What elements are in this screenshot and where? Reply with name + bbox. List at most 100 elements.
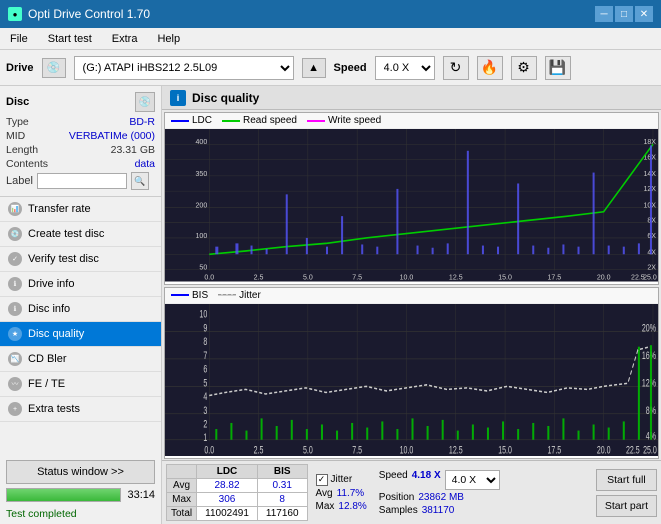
menu-help[interactable]: Help xyxy=(151,31,186,47)
extra-tests-label: Extra tests xyxy=(28,403,80,415)
position-value: 23862 MB xyxy=(418,492,464,503)
length-label: Length xyxy=(6,144,38,156)
disc-panel-icon: 💿 xyxy=(135,92,155,112)
burn-button[interactable]: 🔥 xyxy=(477,56,503,80)
type-label: Type xyxy=(6,116,29,128)
svg-text:6: 6 xyxy=(203,363,207,375)
svg-text:200: 200 xyxy=(196,200,208,209)
disc-quality-header: i Disc quality xyxy=(162,86,661,110)
samples-value: 381170 xyxy=(422,505,455,516)
menu-bar: File Start test Extra Help xyxy=(0,28,661,50)
stats-row: LDC BIS Avg 28.82 0.31 Max 306 8 Total 1… xyxy=(162,460,661,524)
svg-text:50: 50 xyxy=(199,262,207,271)
menu-start-test[interactable]: Start test xyxy=(42,31,98,47)
svg-text:18X: 18X xyxy=(643,137,656,146)
extra-tests-icon: + xyxy=(8,402,22,416)
disc-info-icon: ℹ xyxy=(8,302,22,316)
contents-value: data xyxy=(135,158,155,170)
create-test-disc-icon: 💿 xyxy=(8,227,22,241)
sidebar-item-verify-test-disc[interactable]: ✓ Verify test disc xyxy=(0,247,161,272)
menu-file[interactable]: File xyxy=(4,31,34,47)
close-button[interactable]: ✕ xyxy=(635,6,653,22)
maximize-button[interactable]: □ xyxy=(615,6,633,22)
sidebar-item-fe-te[interactable]: 〰 FE / TE xyxy=(0,372,161,397)
svg-text:1: 1 xyxy=(203,431,207,443)
status-window-button[interactable]: Status window >> xyxy=(6,460,155,484)
ldc-legend: LDC xyxy=(171,115,212,126)
main-area: Disc 💿 Type BD-R MID VERBATIMe (000) Len… xyxy=(0,86,661,524)
jitter-avg-row: Avg 11.7% xyxy=(316,488,367,499)
sidebar-item-create-test-disc[interactable]: 💿 Create test disc xyxy=(0,222,161,247)
start-part-button[interactable]: Start part xyxy=(596,495,657,517)
speed-label: Speed xyxy=(334,62,367,74)
svg-text:25.0 GB: 25.0 GB xyxy=(643,272,658,281)
svg-text:20.0: 20.0 xyxy=(597,272,611,281)
disc-quality-header-icon: i xyxy=(170,90,186,106)
sidebar-item-cd-bler[interactable]: 📉 CD Bler xyxy=(0,347,161,372)
drive-select[interactable]: (G:) ATAPI iHBS212 2.5L09 xyxy=(74,56,294,80)
sidebar-item-disc-quality[interactable]: ★ Disc quality xyxy=(0,322,161,347)
drive-info-icon: ℹ xyxy=(8,277,22,291)
svg-text:5: 5 xyxy=(203,376,207,388)
svg-text:17.5: 17.5 xyxy=(548,272,562,281)
app-title: Opti Drive Control 1.70 xyxy=(28,7,150,21)
svg-text:9: 9 xyxy=(203,322,207,334)
read-speed-icon xyxy=(222,120,240,122)
label-label: Label xyxy=(6,175,33,187)
sidebar-item-transfer-rate[interactable]: 📊 Transfer rate xyxy=(0,197,161,222)
max-ldc: 306 xyxy=(197,493,258,507)
svg-text:10.0: 10.0 xyxy=(400,272,414,281)
menu-extra[interactable]: Extra xyxy=(106,31,144,47)
fe-te-label: FE / TE xyxy=(28,378,65,390)
top-chart-legend: LDC Read speed Write speed xyxy=(165,113,658,129)
jitter-max-row: Max 12.8% xyxy=(316,501,367,512)
write-speed-label: Write speed xyxy=(328,115,381,126)
start-full-button[interactable]: Start full xyxy=(596,469,657,491)
svg-text:17.5: 17.5 xyxy=(548,444,562,456)
fe-te-icon: 〰 xyxy=(8,377,22,391)
progress-bar-fill xyxy=(7,489,120,501)
sidebar-item-drive-info[interactable]: ℹ Drive info xyxy=(0,272,161,297)
svg-text:12%: 12% xyxy=(642,376,656,388)
save-button[interactable]: 💾 xyxy=(545,56,571,80)
cd-bler-icon: 📉 xyxy=(8,352,22,366)
disc-info-label: Disc info xyxy=(28,303,70,315)
type-value: BD-R xyxy=(129,116,155,128)
svg-text:7: 7 xyxy=(203,349,207,361)
jitter-legend: Jitter xyxy=(218,290,261,301)
minimize-button[interactable]: ─ xyxy=(595,6,613,22)
mid-value: VERBATIMe (000) xyxy=(69,130,155,142)
eject-icon[interactable]: ▲ xyxy=(302,58,326,78)
bis-legend: BIS xyxy=(171,290,208,301)
app-icon: ● xyxy=(8,7,22,21)
speed-row: Speed 4.18 X 4.0 X xyxy=(379,470,500,490)
jitter-line-icon xyxy=(218,294,236,296)
sidebar-item-disc-info[interactable]: ℹ Disc info xyxy=(0,297,161,322)
speed-label-text: Speed xyxy=(379,470,408,490)
jitter-checkbox[interactable]: ✓ xyxy=(316,474,328,486)
drive-info-label: Drive info xyxy=(28,278,74,290)
settings-button[interactable]: ⚙ xyxy=(511,56,537,80)
label-input[interactable] xyxy=(37,173,127,189)
cd-bler-label: CD Bler xyxy=(28,353,67,365)
jitter-section: ✓ Jitter Avg 11.7% Max 12.8% xyxy=(316,474,367,512)
svg-text:2.5: 2.5 xyxy=(254,444,264,456)
speed-section: Speed 4.18 X 4.0 X Position 23862 MB Sam… xyxy=(379,470,500,516)
disc-quality-title: Disc quality xyxy=(192,91,259,105)
svg-text:8: 8 xyxy=(203,335,207,347)
title-bar: ● Opti Drive Control 1.70 ─ □ ✕ xyxy=(0,0,661,28)
speed-select-inline[interactable]: 4.0 X xyxy=(445,470,500,490)
jitter-avg-label: Avg xyxy=(316,488,333,499)
transfer-rate-icon: 📊 xyxy=(8,202,22,216)
max-bis: 8 xyxy=(257,493,307,507)
svg-text:15.0: 15.0 xyxy=(498,272,512,281)
refresh-button[interactable]: ↻ xyxy=(443,56,469,80)
total-label: Total xyxy=(167,507,197,521)
content-area: i Disc quality LDC Read speed Write sp xyxy=(162,86,661,524)
sidebar-item-extra-tests[interactable]: + Extra tests xyxy=(0,397,161,422)
bottom-chart-legend: BIS Jitter xyxy=(165,288,658,304)
speed-select[interactable]: 4.0 X xyxy=(375,56,435,80)
label-search-button[interactable]: 🔍 xyxy=(131,172,149,190)
write-speed-icon xyxy=(307,120,325,122)
samples-row: Samples 381170 xyxy=(379,505,500,516)
